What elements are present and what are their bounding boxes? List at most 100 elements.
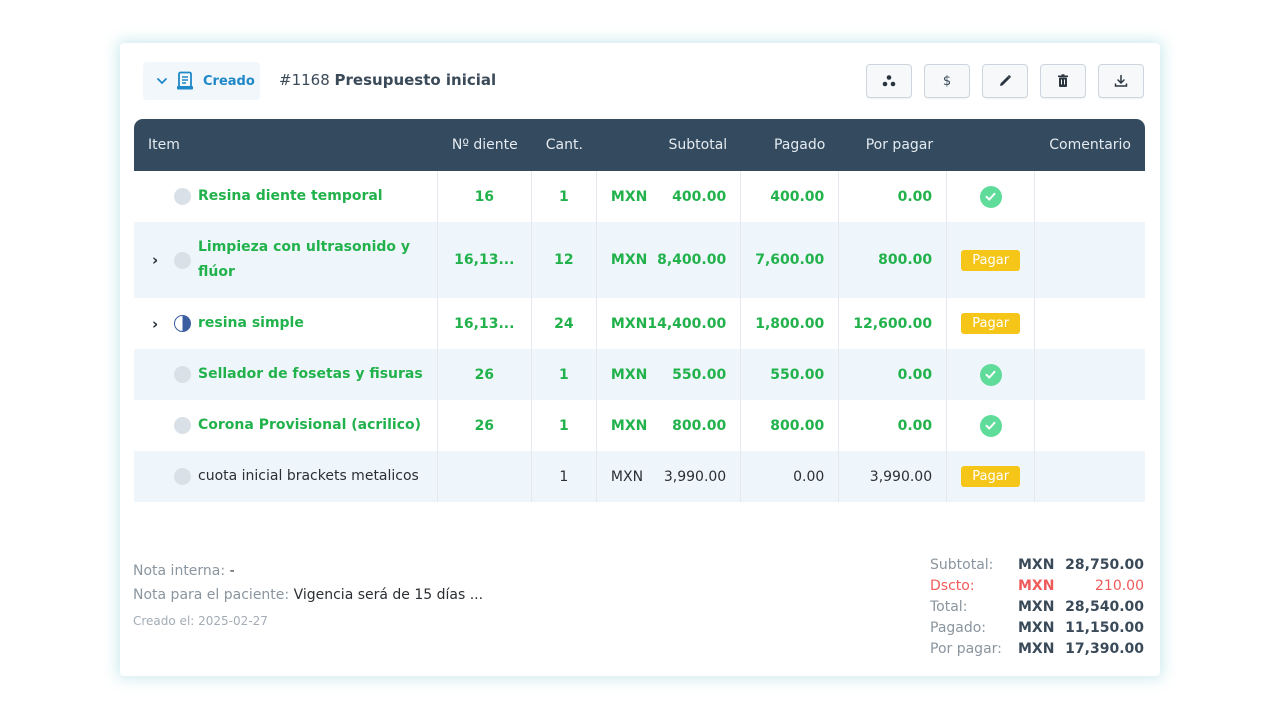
tooth-cell: 16	[438, 171, 532, 222]
table-row[interactable]: Resina diente temporal 16 1 MXN 400.00 40…	[134, 171, 1145, 222]
pay-button[interactable]: Pagar	[961, 249, 1021, 271]
item-name: Resina diente temporal	[198, 188, 383, 204]
download-button[interactable]	[1098, 64, 1144, 98]
subtotal-cell: MXN 8,400.00	[596, 222, 742, 298]
notes-section: Nota interna: - Nota para el paciente: V…	[133, 559, 483, 633]
table-row[interactable]: Sellador de fosetas y fisuras 26 1 MXN 55…	[134, 349, 1145, 400]
totals-amount: 210.00	[1095, 578, 1144, 594]
patient-note-value: Vigencia será de 15 días ...	[293, 587, 484, 603]
tooth-cell: 26	[437, 349, 532, 400]
action-toolbar: $	[866, 64, 1144, 98]
totals-currency: MXN	[1018, 620, 1055, 636]
table-row[interactable]: Corona Provisional (acrilico) 26 1 MXN 80…	[134, 400, 1145, 451]
budget-header: Creado #1168 Presupuesto inicial $	[143, 62, 1144, 100]
delete-button[interactable]	[1040, 64, 1086, 98]
item-name: resina simple	[198, 315, 304, 331]
paid-check-icon	[979, 414, 1002, 437]
tooth-cell: 16,13...	[438, 298, 532, 349]
qty-cell: 1	[531, 349, 597, 400]
download-icon	[1114, 74, 1128, 87]
totals-amount: 11,150.00	[1065, 620, 1144, 636]
totals-due-row: Por pagar: MXN 17,390.00	[930, 639, 1144, 660]
share-button[interactable]	[866, 64, 912, 98]
pay-button[interactable]: Pagar	[961, 313, 1021, 334]
progress-dot-icon	[174, 468, 191, 485]
currency-label: MXN	[610, 468, 644, 485]
currency-label: MXN	[610, 366, 648, 383]
qty-cell: 1	[532, 171, 597, 222]
payment-button[interactable]: $	[924, 64, 970, 98]
column-header-paid: Pagado	[741, 119, 840, 171]
page-title: #1168 Presupuesto inicial	[279, 71, 496, 89]
subtotal-value: 550.00	[672, 366, 727, 383]
column-header-subtotal: Subtotal	[596, 119, 742, 171]
table-row[interactable]: › Limpieza con ultrasonido y flúor 16,13..…	[134, 222, 1145, 298]
internal-note-value: -	[229, 563, 235, 579]
pay-button[interactable]: Pagar	[961, 466, 1021, 487]
totals-label: Subtotal:	[930, 557, 994, 573]
paid-cell: 800.00	[741, 400, 840, 451]
comment-cell	[1035, 451, 1145, 502]
subtotal-cell: MXN 14,400.00	[597, 298, 742, 349]
expand-chevron-icon[interactable]: ›	[148, 315, 174, 333]
totals-discount-row: Dscto: MXN 210.00	[930, 576, 1144, 597]
qty-cell: 12	[531, 222, 597, 298]
subtotal-cell: MXN 800.00	[597, 400, 742, 451]
qty-cell: 24	[532, 298, 597, 349]
expand-chevron-icon[interactable]: ›	[148, 251, 174, 269]
patient-note-label: Nota para el paciente:	[133, 587, 290, 603]
budget-items-table: Item Nº diente Cant. Subtotal Pagado Por…	[134, 119, 1145, 502]
receipt-icon	[177, 71, 193, 90]
currency-label: MXN	[610, 188, 648, 205]
totals-summary: Subtotal: MXN 28,750.00 Dscto: MXN 210.0…	[930, 555, 1144, 660]
column-header-tooth: Nº diente	[437, 119, 532, 171]
pencil-icon	[1000, 74, 1012, 86]
due-cell: 800.00	[839, 222, 948, 298]
totals-amount: 17,390.00	[1065, 641, 1144, 657]
paid-check-icon	[979, 185, 1002, 208]
subtotal-value: 14,400.00	[647, 315, 727, 332]
comment-cell	[1035, 171, 1145, 222]
totals-paid-row: Pagado: MXN 11,150.00	[930, 618, 1144, 639]
totals-currency: MXN	[1018, 599, 1055, 615]
subtotal-cell: MXN 3,990.00	[596, 451, 742, 502]
qty-cell: 1	[532, 400, 597, 451]
progress-half-icon	[174, 315, 191, 332]
totals-currency: MXN	[1018, 557, 1055, 573]
budget-card: Creado #1168 Presupuesto inicial $ Item …	[120, 43, 1160, 676]
progress-dot-icon	[174, 366, 191, 383]
qty-cell: 1	[531, 451, 597, 502]
subtotal-value: 3,990.00	[663, 468, 727, 485]
column-header-due: Por pagar	[839, 119, 948, 171]
paid-cell: 0.00	[741, 451, 840, 502]
item-name: Limpieza con ultrasonido y flúor	[198, 239, 411, 280]
column-header-qty: Cant.	[531, 119, 597, 171]
dollar-icon: $	[942, 73, 952, 89]
subtotal-cell: MXN 550.00	[596, 349, 742, 400]
progress-dot-icon	[174, 251, 191, 269]
internal-note-label: Nota interna:	[133, 563, 226, 579]
chevron-down-icon	[157, 78, 167, 85]
totals-currency: MXN	[1018, 578, 1055, 594]
paid-check-icon	[979, 363, 1002, 386]
table-header-row: Item Nº diente Cant. Subtotal Pagado Por…	[134, 119, 1145, 171]
column-header-item: Item	[134, 119, 438, 171]
totals-label: Pagado:	[930, 620, 987, 636]
subtotal-value: 400.00	[672, 188, 727, 205]
item-name: Corona Provisional (acrilico)	[198, 417, 422, 433]
due-cell: 0.00	[839, 349, 948, 400]
edit-button[interactable]	[982, 64, 1028, 98]
created-date: Creado el: 2025-02-27	[133, 614, 268, 628]
subtotal-value: 8,400.00	[657, 252, 727, 268]
table-row[interactable]: › resina simple 16,13... 24 MXN 14,400.00 …	[134, 298, 1145, 349]
currency-label: MXN	[610, 417, 648, 434]
subtotal-value: 800.00	[672, 417, 727, 434]
table-row[interactable]: cuota inicial brackets metalicos 1 MXN 3,…	[134, 451, 1145, 502]
patient-note: Nota para el paciente: Vigencia será de …	[133, 583, 483, 607]
status-dropdown[interactable]: Creado	[143, 62, 260, 100]
due-cell: 12,600.00	[839, 298, 948, 349]
totals-label: Por pagar:	[930, 641, 1002, 657]
internal-note: Nota interna: -	[133, 559, 483, 583]
paid-cell: 7,600.00	[741, 222, 840, 298]
budget-name: Presupuesto inicial	[334, 71, 497, 89]
